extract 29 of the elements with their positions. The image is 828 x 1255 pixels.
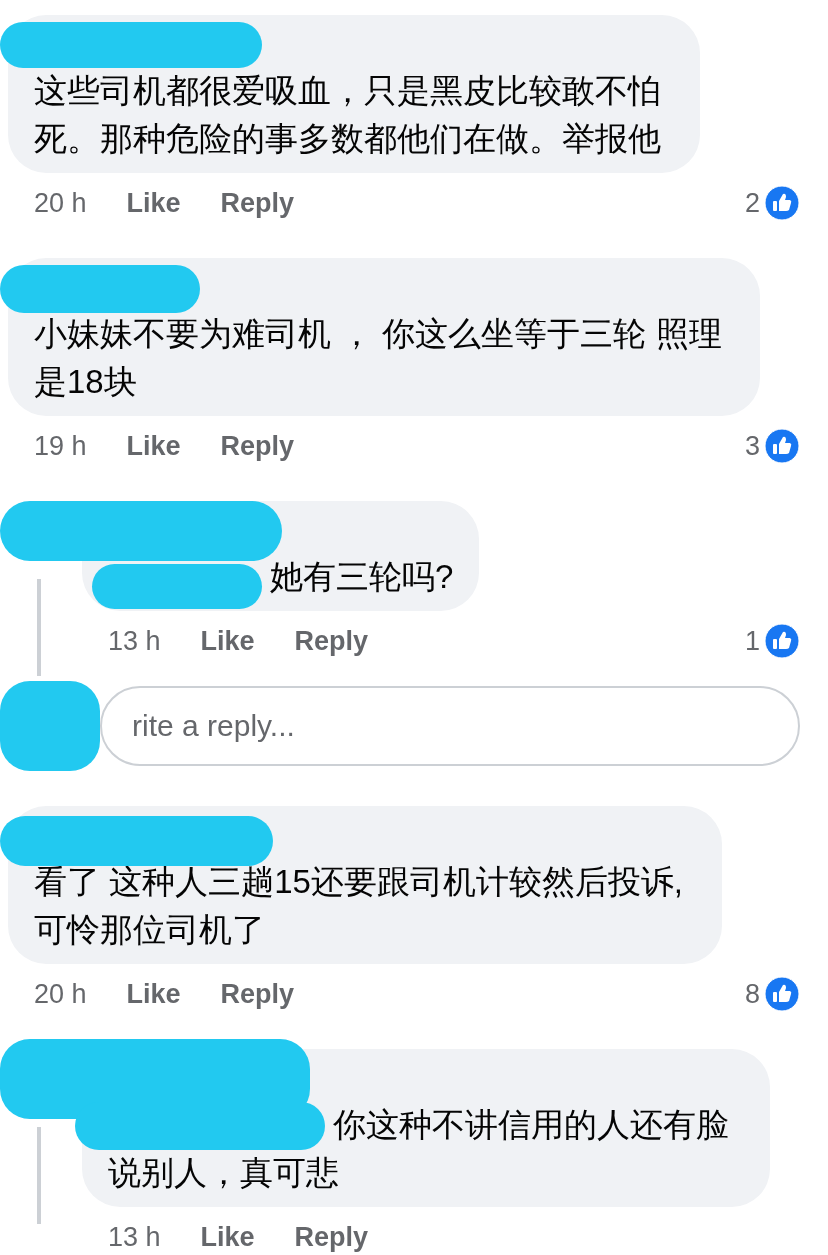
reply-link[interactable]: Reply <box>294 1216 369 1255</box>
like-link[interactable]: Like <box>126 182 181 224</box>
like-link[interactable]: Like <box>126 973 181 1015</box>
reaction-count: 1 <box>744 624 760 658</box>
comment-text: 看了 这种人三趟15还要跟司机计较然后投诉,可怜那位司机了 <box>34 862 685 950</box>
comment-text: 这些司机都很爱吸血，只是黑皮比较敢不怕死。那种危险的事多数都他们在做。举报他 <box>34 71 662 159</box>
reply-field[interactable]: rite a reply... <box>100 686 800 766</box>
like-icon <box>764 623 800 659</box>
like-icon <box>764 976 800 1012</box>
reply-link[interactable]: Reply <box>220 973 295 1015</box>
timestamp: 13 h <box>108 1220 161 1254</box>
timestamp: 13 h <box>108 624 161 658</box>
reply-link[interactable]: Reply <box>220 182 295 224</box>
like-icon <box>764 428 800 464</box>
comment-text: 小妹妹不要为难司机 ， 你这么坐等于三轮 照理是18块 <box>34 314 723 402</box>
reaction-count: 3 <box>744 429 760 463</box>
reply-link[interactable]: Reply <box>220 425 295 467</box>
like-icon <box>764 185 800 221</box>
reaction-count: 2 <box>744 186 760 220</box>
like-link[interactable]: Like <box>200 620 255 662</box>
like-link[interactable]: Like <box>200 1216 255 1255</box>
like-link[interactable]: Like <box>126 425 181 467</box>
comment-text: 她有三轮吗? <box>269 557 454 597</box>
reaction-count: 8 <box>744 977 760 1011</box>
timestamp: 20 h <box>34 977 87 1011</box>
timestamp: 19 h <box>34 429 87 463</box>
comment-text: 你这种不讲信用的人还有脸说别人，真可悲 <box>108 1105 730 1193</box>
timestamp: 20 h <box>34 186 87 220</box>
reply-link[interactable]: Reply <box>294 620 369 662</box>
